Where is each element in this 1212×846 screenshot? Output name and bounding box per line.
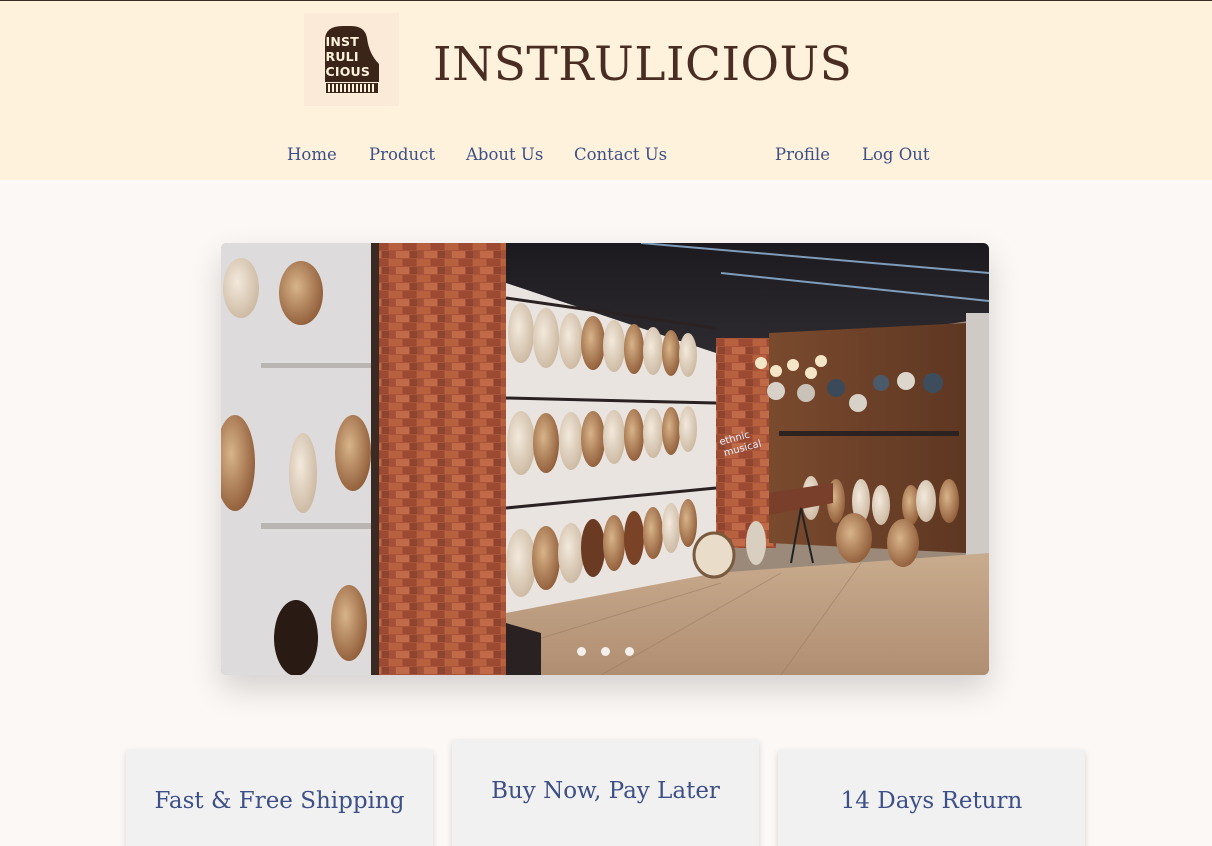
brand-name[interactable]: INSTRULICIOUS <box>433 33 852 97</box>
nav-profile[interactable]: Profile <box>775 143 830 167</box>
feature-label-paylater: Buy Now, Pay Later <box>491 778 720 804</box>
logo[interactable]: INST RULI CIOUS <box>304 13 399 106</box>
hero-carousel[interactable]: ethnic musical <box>221 243 989 675</box>
feature-card-return: 14 Days Return <box>778 750 1085 846</box>
feature-label-return: 14 Days Return <box>840 788 1023 814</box>
nav-logout[interactable]: Log Out <box>862 143 929 167</box>
carousel-dot-2[interactable] <box>601 647 610 656</box>
feature-label-shipping: Fast & Free Shipping <box>154 788 405 814</box>
carousel-dot-3[interactable] <box>625 647 634 656</box>
piano-logo-icon: INST RULI CIOUS <box>321 24 383 96</box>
logo-text: INST RULI CIOUS <box>325 33 371 79</box>
site-header: INST RULI CIOUS INSTRULICIOUS Home Produ… <box>0 1 1212 180</box>
hero-image: ethnic musical <box>221 243 989 675</box>
feature-card-shipping: Fast & Free Shipping <box>126 750 433 846</box>
nav-contact[interactable]: Contact Us <box>574 143 667 167</box>
nav-about[interactable]: About Us <box>466 143 543 167</box>
feature-card-paylater: Buy Now, Pay Later <box>452 740 759 846</box>
nav-home[interactable]: Home <box>287 143 337 167</box>
carousel-dot-1[interactable] <box>577 647 586 656</box>
carousel-indicators <box>577 647 634 657</box>
nav-product[interactable]: Product <box>369 143 435 167</box>
